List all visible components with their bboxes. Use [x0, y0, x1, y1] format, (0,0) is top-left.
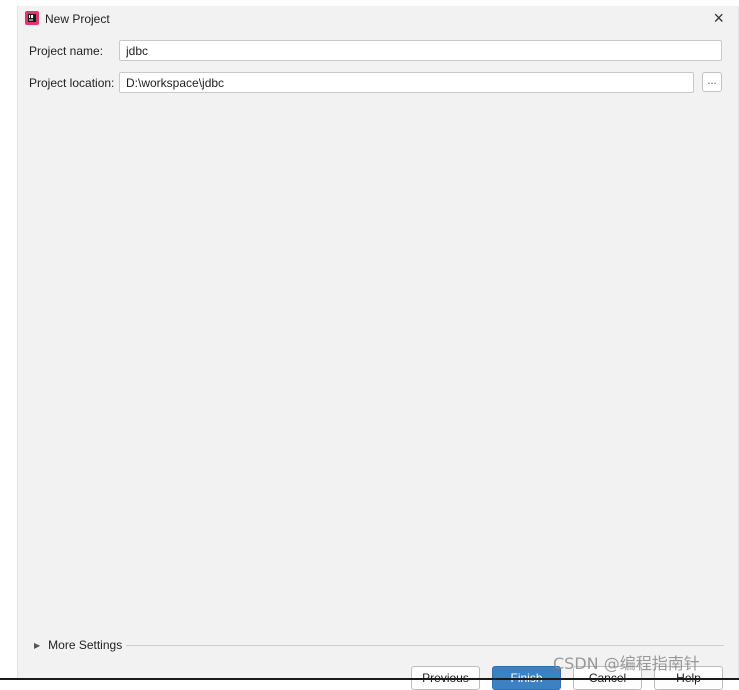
- more-settings-separator: [126, 645, 724, 646]
- project-name-input[interactable]: [119, 40, 722, 61]
- window-title: New Project: [45, 12, 110, 26]
- browse-button[interactable]: ...: [702, 72, 722, 92]
- more-settings-label: More Settings: [48, 638, 123, 652]
- project-name-label: Project name:: [29, 44, 104, 58]
- title-bar: New Project ×: [18, 6, 738, 32]
- intellij-idea-icon: [25, 11, 39, 25]
- project-location-input[interactable]: [119, 72, 694, 93]
- expand-triangle-icon: ▶: [34, 640, 41, 650]
- project-location-label: Project location:: [29, 76, 115, 90]
- close-icon[interactable]: ×: [713, 8, 724, 28]
- more-settings-toggle[interactable]: ▶ More Settings: [34, 637, 122, 653]
- new-project-dialog: New Project × Project name: Project loca…: [17, 6, 739, 690]
- csdn-watermark: CSDN @编程指南针: [553, 654, 700, 673]
